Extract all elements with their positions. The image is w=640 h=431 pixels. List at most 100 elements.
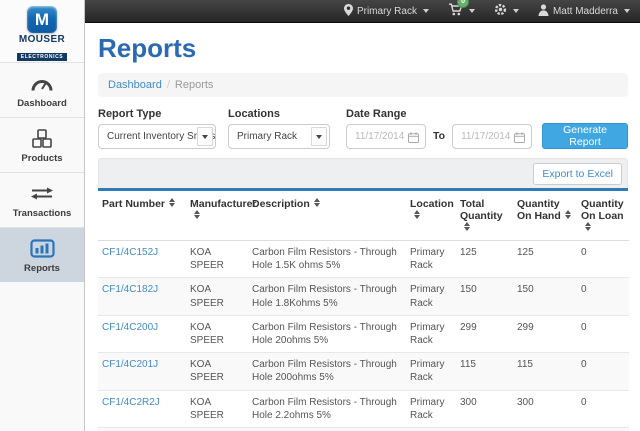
location-cell: Primary Rack: [406, 427, 456, 431]
location-label: Primary Rack: [357, 6, 417, 17]
manufacturer-cell: KOA SPEER: [186, 278, 248, 315]
generate-report-button[interactable]: Generate Report: [542, 123, 628, 149]
locations-value: Primary Rack: [237, 131, 297, 142]
cart-dropdown[interactable]: 0: [448, 3, 475, 19]
part-number-link[interactable]: CF1/4C182J: [102, 284, 158, 295]
manufacturer-cell: KOA SPEER: [186, 390, 248, 427]
column-header-total-quantity[interactable]: Total Quantity: [456, 191, 513, 241]
column-header-part-number[interactable]: Part Number: [98, 191, 186, 241]
logo-name: MOUSER: [0, 35, 84, 45]
part-number-link[interactable]: CF1/4C152J: [102, 247, 158, 258]
description-cell: Carbon Film Resistors - Through Hole 2.2…: [248, 390, 406, 427]
location-dropdown[interactable]: Primary Rack: [344, 4, 429, 19]
column-label: Quantity On Hand: [517, 198, 561, 222]
sidebar-item-label: Transactions: [0, 208, 84, 219]
part-number-cell: CF1/4C2R2J: [98, 390, 186, 427]
table-header-row: Part Number Manufacturer Description Loc…: [98, 191, 629, 241]
user-dropdown[interactable]: Matt Madderra: [538, 4, 630, 19]
quantity-on-hand-cell: 150: [513, 427, 577, 431]
breadcrumb: Dashboard/Reports: [98, 73, 628, 97]
user-name: Matt Madderra: [553, 6, 618, 17]
mouser-logo-icon: M: [27, 6, 57, 33]
sidebar-item-reports[interactable]: Reports: [0, 227, 84, 282]
table-row: CF1/4C182J KOA SPEER Carbon Film Resisto…: [98, 278, 629, 315]
cart-count-badge: 0: [457, 0, 469, 8]
products-icon: [0, 127, 84, 150]
breadcrumb-current: Reports: [175, 79, 214, 91]
sidebar-item-products[interactable]: Products: [0, 117, 84, 172]
select-arrow-icon: [311, 127, 327, 146]
sort-icon: [464, 222, 470, 231]
part-number-cell: CF1/4C332J: [98, 427, 186, 431]
part-number-link[interactable]: CF1/4C2R2J: [102, 397, 160, 408]
manufacturer-cell: KOA SPEER: [186, 241, 248, 278]
date-from-value: 11/17/2014: [355, 131, 404, 142]
part-number-cell: CF1/4C200J: [98, 315, 186, 352]
calendar-icon: [514, 132, 525, 146]
total-quantity-cell: 150: [456, 278, 513, 315]
report-type-select[interactable]: Current Inventory Snapshot: [98, 124, 216, 149]
quantity-on-hand-cell: 115: [513, 353, 577, 390]
dashboard-icon: [0, 72, 84, 95]
location-cell: Primary Rack: [406, 353, 456, 390]
select-arrow-icon: [197, 127, 213, 146]
sidebar-item-transactions[interactable]: Transactions: [0, 172, 84, 227]
column-header-quantity-on-loan[interactable]: Quantity On Loan: [577, 191, 629, 241]
reports-icon: [0, 237, 84, 260]
column-header-quantity-on-hand[interactable]: Quantity On Hand: [513, 191, 577, 241]
mouser-logo[interactable]: M MOUSER ELECTRONICS: [0, 0, 84, 62]
quantity-on-loan-cell: 0: [577, 278, 629, 315]
description-cell: Carbon Film Resistors - Through Hole 20o…: [248, 315, 406, 352]
report-table: Part Number Manufacturer Description Loc…: [98, 188, 628, 431]
logo-subname: ELECTRONICS: [17, 53, 67, 61]
sort-icon: [314, 198, 320, 207]
sidebar: M MOUSER ELECTRONICS Dashboard Products: [0, 0, 85, 431]
quantity-on-loan-cell: 0: [577, 427, 629, 431]
manufacturer-cell: KOA SPEER: [186, 315, 248, 352]
chevron-down-icon: [423, 9, 429, 13]
quantity-on-hand-cell: 125: [513, 241, 577, 278]
gear-icon: [494, 3, 507, 19]
quantity-on-loan-cell: 0: [577, 315, 629, 352]
total-quantity-cell: 299: [456, 315, 513, 352]
table-row: CF1/4C2R2J KOA SPEER Carbon Film Resisto…: [98, 390, 629, 427]
date-to-input[interactable]: 11/17/2014: [452, 124, 532, 149]
quantity-on-hand-cell: 299: [513, 315, 577, 352]
table-row: CF1/4C201J KOA SPEER Carbon Film Resisto…: [98, 353, 629, 390]
calendar-icon: [408, 132, 419, 146]
total-quantity-cell: 125: [456, 241, 513, 278]
quantity-on-hand-cell: 150: [513, 278, 577, 315]
column-label: Manufacturer: [190, 198, 257, 210]
sidebar-item-dashboard[interactable]: Dashboard: [0, 62, 84, 117]
column-header-description[interactable]: Description: [248, 191, 406, 241]
report-type-label: Report Type: [98, 108, 216, 120]
table-toolbar: Export to Excel: [98, 158, 628, 188]
column-label: Part Number: [102, 198, 165, 210]
chevron-down-icon: [469, 9, 475, 13]
part-number-cell: CF1/4C201J: [98, 353, 186, 390]
total-quantity-cell: 150: [456, 427, 513, 431]
cart-icon: [448, 8, 463, 19]
quantity-on-loan-cell: 0: [577, 390, 629, 427]
column-header-location[interactable]: Location: [406, 191, 456, 241]
date-from-input[interactable]: 11/17/2014: [346, 124, 426, 149]
sidebar-item-label: Dashboard: [0, 98, 84, 109]
part-number-link[interactable]: CF1/4C201J: [102, 359, 158, 370]
part-number-cell: CF1/4C152J: [98, 241, 186, 278]
description-cell: Carbon Film Resistors - Through Hole 1.8…: [248, 278, 406, 315]
chevron-down-icon: [624, 9, 630, 13]
sort-icon: [565, 210, 571, 219]
chevron-down-icon: [513, 9, 519, 13]
settings-dropdown[interactable]: [494, 3, 519, 19]
part-number-link[interactable]: CF1/4C200J: [102, 322, 158, 333]
location-cell: Primary Rack: [406, 278, 456, 315]
sort-icon: [169, 198, 175, 207]
manufacturer-cell: KOA SPEER: [186, 353, 248, 390]
total-quantity-cell: 115: [456, 353, 513, 390]
sidebar-item-label: Products: [0, 153, 84, 164]
report-filters: Report Type Current Inventory Snapshot L…: [98, 108, 628, 149]
export-to-excel-button[interactable]: Export to Excel: [533, 163, 622, 185]
column-header-manufacturer[interactable]: Manufacturer: [186, 191, 248, 241]
breadcrumb-dashboard-link[interactable]: Dashboard: [108, 79, 162, 91]
locations-select[interactable]: Primary Rack: [228, 124, 330, 149]
